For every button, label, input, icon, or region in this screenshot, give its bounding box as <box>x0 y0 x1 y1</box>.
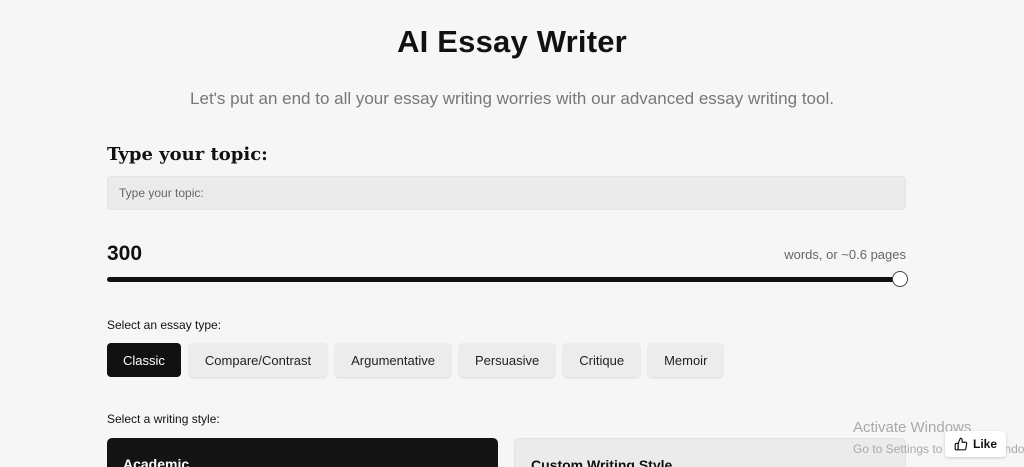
slider-thumb[interactable] <box>892 271 908 287</box>
essay-type-critique[interactable]: Critique <box>563 343 641 377</box>
page-subtitle: Let's put an end to all your essay writi… <box>190 89 834 108</box>
essay-type-memoir[interactable]: Memoir <box>648 343 724 377</box>
pages-note: words, or ~0.6 pages <box>784 247 906 262</box>
like-button[interactable]: Like <box>945 431 1007 457</box>
writing-style-academic[interactable]: Academic <box>107 438 498 467</box>
page-title: AI Essay Writer <box>397 24 627 59</box>
essay-type-label: Select an essay type: <box>107 318 222 332</box>
essay-type-compare-contrast[interactable]: Compare/Contrast <box>188 343 328 377</box>
essay-type-options: Classic Compare/Contrast Argumentative P… <box>107 343 724 377</box>
thumbs-up-icon <box>954 437 968 451</box>
essay-type-persuasive[interactable]: Persuasive <box>458 343 556 377</box>
word-count-slider[interactable] <box>107 271 908 287</box>
writing-style-custom-label: Custom Writing Style <box>531 457 673 467</box>
topic-label: Type your topic: <box>107 144 268 165</box>
writing-style-label: Select a writing style: <box>107 412 220 426</box>
topic-input[interactable] <box>107 176 906 210</box>
like-label: Like <box>973 437 998 451</box>
writing-style-academic-label: Academic <box>123 456 190 467</box>
word-count: 300 <box>107 242 143 265</box>
essay-type-argumentative[interactable]: Argumentative <box>335 343 451 377</box>
writing-style-custom[interactable]: Custom Writing Style <box>514 438 906 467</box>
essay-type-classic[interactable]: Classic <box>107 343 181 377</box>
slider-fill <box>107 277 900 282</box>
